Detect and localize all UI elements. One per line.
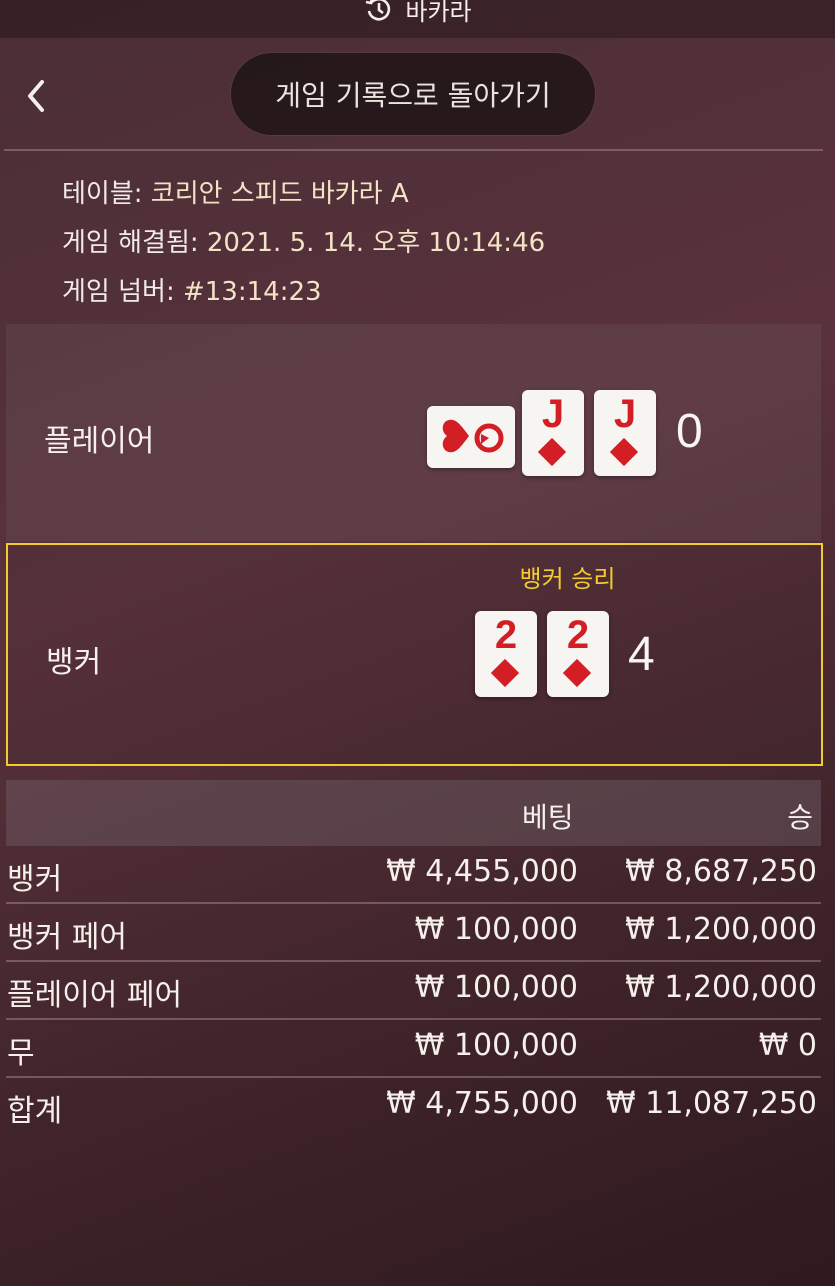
resolved-label: 게임 해결됨: xyxy=(62,228,199,258)
total-bet: ₩ 4,755,000 xyxy=(386,1086,578,1121)
row-win: ₩ 1,200,000 xyxy=(625,970,817,1005)
banker-label: 뱅커 xyxy=(46,645,102,680)
row-win: ₩ 0 xyxy=(758,1028,817,1063)
banker-card-2: 2 xyxy=(547,611,609,697)
player-score: 0 xyxy=(676,405,703,458)
banker-card-1: 2 xyxy=(475,611,537,697)
table-label: 테이블: xyxy=(62,179,143,209)
banker-score: 4 xyxy=(628,628,655,681)
banker-win-label: 뱅커 승리 xyxy=(519,565,616,593)
table-info-line: 테이블: 코리안 스피드 바카라 A xyxy=(62,170,545,219)
player-card-1 xyxy=(427,406,515,468)
diamond-icon xyxy=(537,437,567,467)
row-bet: ₩ 4,455,000 xyxy=(386,854,578,889)
number-value: #13:14:23 xyxy=(182,277,322,307)
row-bet: ₩ 100,000 xyxy=(414,912,578,947)
player-card-3: J xyxy=(594,390,656,476)
top-bar: 바카라 xyxy=(0,0,835,38)
row-label: 뱅커 페어 xyxy=(7,920,127,955)
table-row: 뱅커 ₩ 4,455,000 ₩ 8,687,250 xyxy=(0,846,821,904)
player-card-2: J xyxy=(522,390,584,476)
bets-table-header: 베팅 승 xyxy=(6,780,821,846)
row-label: 플레이어 페어 xyxy=(7,978,183,1013)
card-rank: J xyxy=(613,392,637,436)
player-label: 플레이어 xyxy=(44,424,155,459)
row-bet: ₩ 100,000 xyxy=(414,1028,578,1063)
bet-column-header: 베팅 xyxy=(522,801,574,834)
total-win: ₩ 11,087,250 xyxy=(606,1086,817,1121)
diamond-icon xyxy=(609,437,639,467)
diamond-icon xyxy=(562,658,592,688)
back-to-history-button[interactable]: 게임 기록으로 돌아가기 xyxy=(231,53,595,135)
total-label: 합계 xyxy=(7,1094,63,1129)
diamond-icon xyxy=(490,658,520,688)
history-icon xyxy=(366,0,391,21)
card-back-icon xyxy=(442,419,504,453)
win-column-header: 승 xyxy=(787,801,813,834)
card-rank: J xyxy=(541,392,565,436)
back-button[interactable] xyxy=(14,72,58,120)
player-panel: 플레이어 J J 0 xyxy=(6,324,821,541)
table-value: 코리안 스피드 바카라 A xyxy=(150,179,409,209)
card-rank: 2 xyxy=(494,613,518,657)
row-label: 뱅커 xyxy=(7,862,63,897)
row-bet: ₩ 100,000 xyxy=(414,970,578,1005)
row-label: 무 xyxy=(7,1036,35,1071)
divider xyxy=(4,149,823,151)
table-total-row: 합계 ₩ 4,755,000 ₩ 11,087,250 xyxy=(0,1078,821,1136)
row-win: ₩ 1,200,000 xyxy=(625,912,817,947)
chevron-left-icon xyxy=(28,80,44,112)
table-row: 뱅커 페어 ₩ 100,000 ₩ 1,200,000 xyxy=(0,904,821,962)
resolved-value: 2021. 5. 14. 오후 10:14:46 xyxy=(206,228,546,258)
game-info: 테이블: 코리안 스피드 바카라 A 게임 해결됨: 2021. 5. 14. … xyxy=(62,170,545,317)
number-label: 게임 넘버: xyxy=(62,277,175,307)
resolved-info-line: 게임 해결됨: 2021. 5. 14. 오후 10:14:46 xyxy=(62,219,545,268)
top-title: 바카라 xyxy=(363,0,472,27)
table-row: 플레이어 페어 ₩ 100,000 ₩ 1,200,000 xyxy=(0,962,821,1020)
row-win: ₩ 8,687,250 xyxy=(625,854,817,889)
top-title-text: 바카라 xyxy=(405,0,472,26)
card-rank: 2 xyxy=(566,613,590,657)
number-info-line: 게임 넘버: #13:14:23 xyxy=(62,268,545,317)
banker-panel: 뱅커 승리 뱅커 2 2 4 xyxy=(6,543,823,766)
table-row: 무 ₩ 100,000 ₩ 0 xyxy=(0,1020,821,1078)
